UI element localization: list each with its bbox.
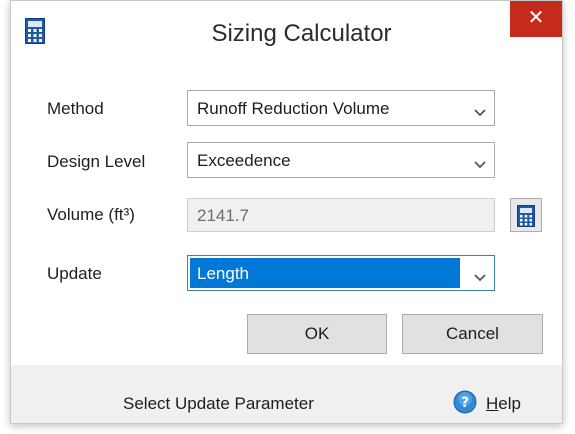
calculator-icon [517, 205, 535, 227]
method-value: Runoff Reduction Volume [197, 99, 390, 118]
status-footer: Select Update Parameter ? Help [11, 365, 562, 423]
close-icon: ✕ [527, 7, 545, 29]
sizing-calculator-dialog: Sizing Calculator ✕ Method Runoff Reduct… [10, 0, 563, 424]
svg-text:?: ? [461, 395, 469, 411]
dialog-title: Sizing Calculator [211, 20, 392, 47]
volume-value: 2141.7 [197, 206, 249, 225]
design-level-dropdown[interactable]: Exceedence [187, 142, 495, 178]
ok-button[interactable]: OK [247, 314, 387, 354]
form-area: Method Runoff Reduction Volume Design Le… [11, 65, 562, 365]
update-dropdown[interactable]: Length [187, 255, 495, 291]
cancel-button[interactable]: Cancel [402, 314, 543, 354]
method-label: Method [47, 99, 104, 118]
chevron-down-icon [474, 269, 486, 282]
chevron-down-icon [474, 156, 486, 169]
title-bar: Sizing Calculator ✕ [11, 1, 562, 65]
design-level-label: Design Level [47, 152, 146, 171]
update-value: Length [197, 264, 249, 283]
status-message: Select Update Parameter [123, 394, 314, 413]
calculate-volume-button[interactable] [510, 198, 542, 232]
chevron-down-icon [474, 104, 486, 117]
design-level-value: Exceedence [197, 151, 291, 170]
volume-field[interactable]: 2141.7 [187, 198, 495, 232]
help-icon: ? [453, 390, 477, 414]
volume-label: Volume (ft³) [47, 205, 135, 224]
update-label: Update [47, 264, 102, 283]
help-label: Help [486, 394, 521, 413]
method-dropdown[interactable]: Runoff Reduction Volume [187, 90, 495, 126]
close-button[interactable]: ✕ [510, 1, 562, 37]
